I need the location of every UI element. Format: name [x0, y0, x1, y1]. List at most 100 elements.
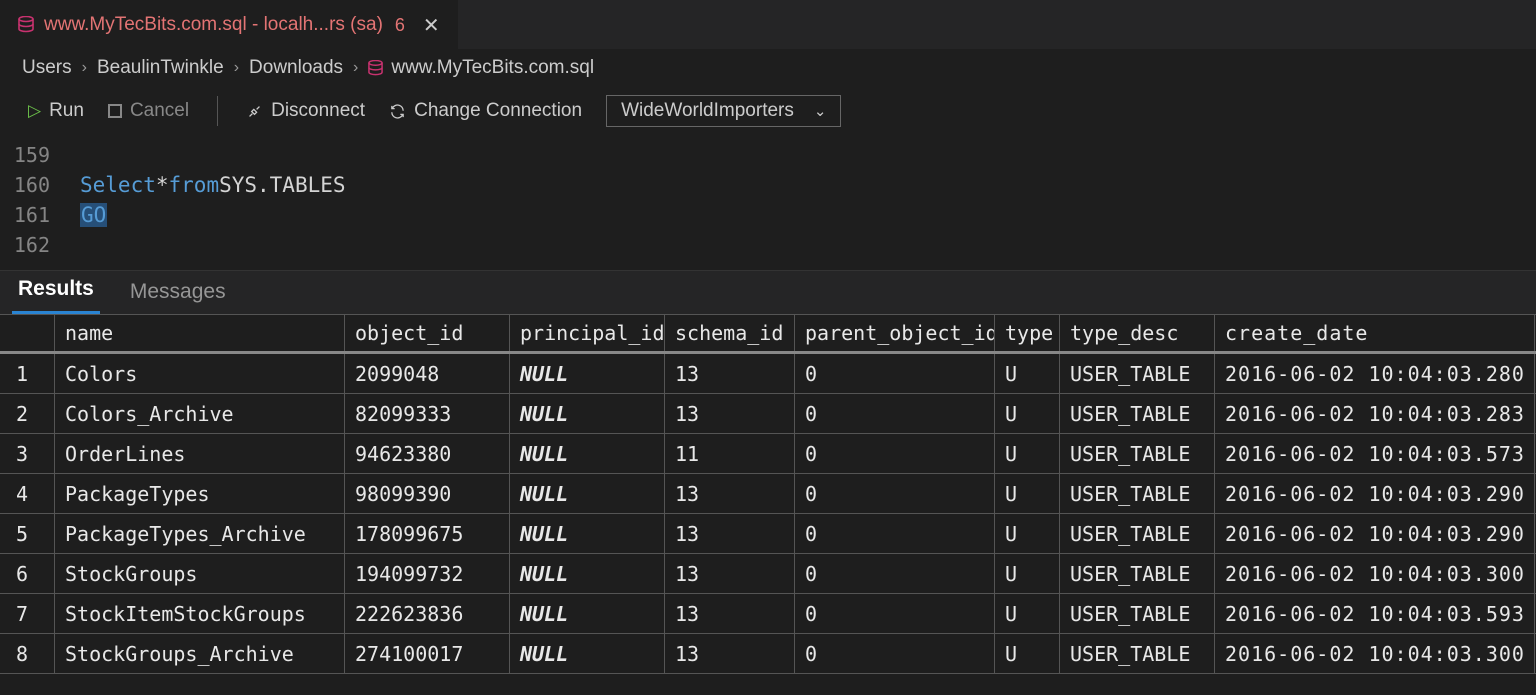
cell-type-desc[interactable]: USER_TABLE — [1060, 634, 1215, 673]
col-name[interactable]: name — [55, 315, 345, 351]
tab-messages[interactable]: Messages — [124, 272, 232, 314]
cell-schema-id[interactable]: 13 — [665, 634, 795, 673]
cell-type[interactable]: U — [995, 634, 1060, 673]
col-object-id[interactable]: object_id — [345, 315, 510, 351]
col-schema-id[interactable]: schema_id — [665, 315, 795, 351]
cell-name[interactable]: Colors — [55, 354, 345, 393]
cell-create-date[interactable]: 2016-06-02 10:04:03.290 — [1215, 474, 1535, 513]
breadcrumb-segment[interactable]: Downloads — [249, 57, 343, 79]
breadcrumb-file[interactable]: www.MyTecBits.com.sql — [391, 57, 594, 79]
cell-create-date[interactable]: 2016-06-02 10:04:03.283 — [1215, 394, 1535, 433]
cell-parent-object-id[interactable]: 0 — [795, 474, 995, 513]
cell-name[interactable]: StockItemStockGroups — [55, 594, 345, 633]
editor-line[interactable]: 162 — [0, 230, 1536, 260]
breadcrumb-segment[interactable]: Users — [22, 57, 72, 79]
cell-name[interactable]: PackageTypes_Archive — [55, 514, 345, 553]
cell-parent-object-id[interactable]: 0 — [795, 354, 995, 393]
cell-parent-object-id[interactable]: 0 — [795, 594, 995, 633]
editor-line[interactable]: 159 — [0, 140, 1536, 170]
cell-schema-id[interactable]: 13 — [665, 354, 795, 393]
tab-results[interactable]: Results — [12, 269, 100, 314]
cell-name[interactable]: StockGroups_Archive — [55, 634, 345, 673]
disconnect-button[interactable]: Disconnect — [238, 96, 373, 126]
cell-object-id[interactable]: 2099048 — [345, 354, 510, 393]
table-row[interactable]: 7StockItemStockGroups222623836NULL130UUS… — [0, 594, 1536, 634]
table-row[interactable]: 5PackageTypes_Archive178099675NULL130UUS… — [0, 514, 1536, 554]
table-row[interactable]: 3OrderLines94623380NULL110UUSER_TABLE201… — [0, 434, 1536, 474]
cell-schema-id[interactable]: 13 — [665, 394, 795, 433]
table-row[interactable]: 1Colors2099048NULL130UUSER_TABLE2016-06-… — [0, 354, 1536, 394]
breadcrumb-segment[interactable]: BeaulinTwinkle — [97, 57, 224, 79]
cell-object-id[interactable]: 194099732 — [345, 554, 510, 593]
cell-type-desc[interactable]: USER_TABLE — [1060, 474, 1215, 513]
cell-object-id[interactable]: 82099333 — [345, 394, 510, 433]
cell-rownum[interactable]: 8 — [0, 634, 55, 673]
table-row[interactable]: 8StockGroups_Archive274100017NULL130UUSE… — [0, 634, 1536, 674]
cell-parent-object-id[interactable]: 0 — [795, 634, 995, 673]
cell-object-id[interactable]: 274100017 — [345, 634, 510, 673]
editor-line[interactable]: 160Select * from SYS.TABLES — [0, 170, 1536, 200]
cell-parent-object-id[interactable]: 0 — [795, 434, 995, 473]
cell-object-id[interactable]: 178099675 — [345, 514, 510, 553]
cell-principal-id[interactable]: NULL — [510, 634, 665, 673]
cell-schema-id[interactable]: 13 — [665, 514, 795, 553]
cell-type[interactable]: U — [995, 434, 1060, 473]
cell-principal-id[interactable]: NULL — [510, 594, 665, 633]
cell-object-id[interactable]: 94623380 — [345, 434, 510, 473]
cell-type-desc[interactable]: USER_TABLE — [1060, 394, 1215, 433]
cell-schema-id[interactable]: 13 — [665, 594, 795, 633]
cell-type-desc[interactable]: USER_TABLE — [1060, 514, 1215, 553]
cell-principal-id[interactable]: NULL — [510, 434, 665, 473]
cancel-button[interactable]: Cancel — [100, 96, 197, 126]
file-tab[interactable]: www.MyTecBits.com.sql - localh...rs (sa)… — [0, 0, 458, 49]
cell-name[interactable]: OrderLines — [55, 434, 345, 473]
cell-principal-id[interactable]: NULL — [510, 394, 665, 433]
cell-principal-id[interactable]: NULL — [510, 354, 665, 393]
col-create-date[interactable]: create_date — [1215, 315, 1535, 351]
editor-line[interactable]: 161GO — [0, 200, 1536, 230]
close-icon[interactable]: ✕ — [423, 13, 440, 38]
code-content[interactable]: GO — [80, 203, 107, 227]
sql-editor[interactable]: 159160Select * from SYS.TABLES161GO162 — [0, 136, 1536, 270]
cell-name[interactable]: PackageTypes — [55, 474, 345, 513]
table-row[interactable]: 6StockGroups194099732NULL130UUSER_TABLE2… — [0, 554, 1536, 594]
cell-create-date[interactable]: 2016-06-02 10:04:03.300 — [1215, 554, 1535, 593]
cell-name[interactable]: StockGroups — [55, 554, 345, 593]
cell-create-date[interactable]: 2016-06-02 10:04:03.573 — [1215, 434, 1535, 473]
col-parent-object-id[interactable]: parent_object_id — [795, 315, 995, 351]
cell-create-date[interactable]: 2016-06-02 10:04:03.280 — [1215, 354, 1535, 393]
cell-type-desc[interactable]: USER_TABLE — [1060, 554, 1215, 593]
cell-create-date[interactable]: 2016-06-02 10:04:03.290 — [1215, 514, 1535, 553]
cell-schema-id[interactable]: 13 — [665, 554, 795, 593]
cell-principal-id[interactable]: NULL — [510, 514, 665, 553]
cell-create-date[interactable]: 2016-06-02 10:04:03.593 — [1215, 594, 1535, 633]
cell-type-desc[interactable]: USER_TABLE — [1060, 434, 1215, 473]
cell-principal-id[interactable]: NULL — [510, 474, 665, 513]
cell-parent-object-id[interactable]: 0 — [795, 514, 995, 553]
cell-rownum[interactable]: 1 — [0, 354, 55, 393]
cell-type-desc[interactable]: USER_TABLE — [1060, 594, 1215, 633]
cell-type[interactable]: U — [995, 394, 1060, 433]
cell-type[interactable]: U — [995, 594, 1060, 633]
cell-schema-id[interactable]: 13 — [665, 474, 795, 513]
cell-rownum[interactable]: 2 — [0, 394, 55, 433]
change-connection-button[interactable]: Change Connection — [381, 96, 590, 126]
cell-rownum[interactable]: 6 — [0, 554, 55, 593]
cell-principal-id[interactable]: NULL — [510, 554, 665, 593]
col-rownum[interactable] — [0, 315, 55, 351]
cell-rownum[interactable]: 3 — [0, 434, 55, 473]
cell-name[interactable]: Colors_Archive — [55, 394, 345, 433]
database-select[interactable]: WideWorldImporters ⌄ — [606, 95, 841, 127]
col-principal-id[interactable]: principal_id — [510, 315, 665, 351]
cell-rownum[interactable]: 5 — [0, 514, 55, 553]
cell-type[interactable]: U — [995, 514, 1060, 553]
cell-object-id[interactable]: 222623836 — [345, 594, 510, 633]
cell-object-id[interactable]: 98099390 — [345, 474, 510, 513]
col-type-desc[interactable]: type_desc — [1060, 315, 1215, 351]
cell-type-desc[interactable]: USER_TABLE — [1060, 354, 1215, 393]
cell-parent-object-id[interactable]: 0 — [795, 394, 995, 433]
col-type[interactable]: type — [995, 315, 1060, 351]
cell-rownum[interactable]: 4 — [0, 474, 55, 513]
code-content[interactable]: Select * from SYS.TABLES — [80, 173, 346, 197]
cell-type[interactable]: U — [995, 554, 1060, 593]
